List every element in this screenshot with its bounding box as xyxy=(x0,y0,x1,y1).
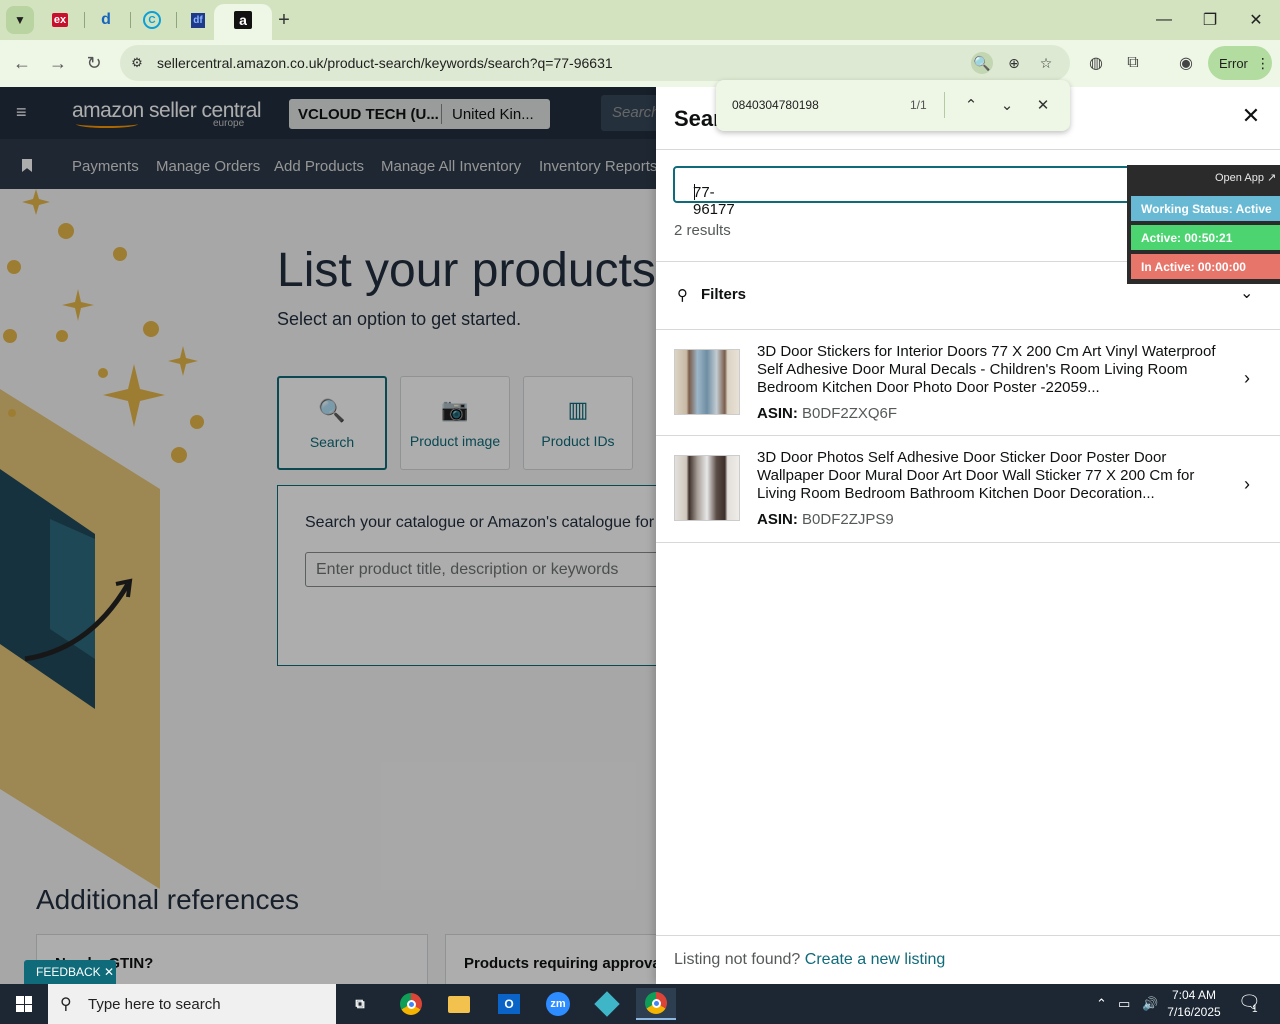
clock-date[interactable]: 7/16/2025 xyxy=(1164,1005,1224,1019)
panel-title: Sear xyxy=(674,106,722,131)
result-item[interactable]: 3D Door Stickers for Interior Doors 77 X… xyxy=(656,330,1280,436)
tab-search-chevron-icon[interactable]: ▼ xyxy=(6,6,34,34)
results-count: 2 results xyxy=(674,222,731,239)
browser-toolbar: ← → ↻ ⚙ sellercentral.amazon.co.uk/produ… xyxy=(0,40,1280,87)
volume-icon[interactable]: 🔊 xyxy=(1142,996,1158,1012)
taskbar-search-placeholder: Type here to search xyxy=(88,996,221,1013)
reload-icon[interactable]: ↻ xyxy=(81,50,107,76)
working-status-widget: Open App ↗ Working Status: Active Active… xyxy=(1127,165,1280,284)
tray-chevron-icon[interactable]: ⌃ xyxy=(1096,996,1107,1012)
page-content: ≡ amazon seller central europe VCLOUD TE… xyxy=(0,87,1280,984)
find-close-icon[interactable]: ✕ xyxy=(1032,94,1054,116)
address-bar[interactable]: ⚙ sellercentral.amazon.co.uk/product-sea… xyxy=(120,45,1070,81)
chevron-right-icon[interactable]: › xyxy=(1244,474,1250,495)
tab-amazon[interactable]: a xyxy=(231,8,255,32)
translate-icon[interactable]: ◍ xyxy=(1085,52,1107,74)
find-count: 1/1 xyxy=(910,98,927,112)
clock-time[interactable]: 7:04 AM xyxy=(1164,988,1224,1002)
result-item[interactable]: 3D Door Photos Self Adhesive Door Sticke… xyxy=(656,436,1280,542)
chrome-running-icon[interactable] xyxy=(636,988,676,1020)
tab-app[interactable]: d xyxy=(94,8,118,32)
menu-dots-icon[interactable]: ⋮ xyxy=(1256,55,1270,72)
url-text[interactable]: sellercentral.amazon.co.uk/product-searc… xyxy=(157,55,613,71)
bookmark-star-icon[interactable]: ☆ xyxy=(1035,52,1057,74)
c-icon: C xyxy=(143,11,161,29)
chrome-icon[interactable] xyxy=(391,988,431,1020)
inactive-timer: In Active: 00:00:00 xyxy=(1131,254,1280,279)
result-asin: ASIN: B0DF2ZXQ6F xyxy=(757,405,898,422)
filters-icon[interactable]: ⚲ xyxy=(677,286,688,304)
taskbar-search[interactable]: ⚲ Type here to search xyxy=(48,984,336,1024)
amazon-icon: a xyxy=(234,11,252,29)
tab-c[interactable]: C xyxy=(140,8,164,32)
listing-not-found: Listing not found? Create a new listing xyxy=(674,951,946,968)
windows-taskbar: ⚲ Type here to search ⧉ O zm ⌃ ▭ 🔊 7:04 … xyxy=(0,984,1280,1024)
network-icon[interactable]: ▭ xyxy=(1118,996,1130,1012)
file-explorer-icon[interactable] xyxy=(439,988,479,1020)
restore-icon[interactable]: ❐ xyxy=(1198,8,1222,32)
tab-bar: ▼ ex d C df a + — ❐ ✕ xyxy=(0,0,1280,40)
forward-icon[interactable]: → xyxy=(45,50,71,76)
feedback-label: FEEDBACK xyxy=(36,965,101,979)
working-status: Working Status: Active xyxy=(1131,196,1280,221)
find-input[interactable]: 0840304780198 xyxy=(732,98,819,112)
new-tab-button[interactable]: + xyxy=(272,8,296,32)
filters-toggle[interactable]: Filters xyxy=(701,286,746,303)
tab-df[interactable]: df xyxy=(186,8,210,32)
result-asin: ASIN: B0DF2ZJPS9 xyxy=(757,511,894,528)
profile-error-chip[interactable]: Error ⋮ xyxy=(1208,46,1272,80)
open-app-link[interactable]: Open App ↗ xyxy=(1215,171,1276,184)
extensions-icon[interactable]: ⧉ xyxy=(1122,52,1144,74)
minimize-icon[interactable]: — xyxy=(1152,8,1176,32)
close-window-icon[interactable]: ✕ xyxy=(1244,8,1268,32)
error-label: Error xyxy=(1219,55,1248,71)
search-icon: ⚲ xyxy=(60,996,72,1013)
notification-count: 1 xyxy=(1252,1004,1258,1015)
result-title[interactable]: 3D Door Photos Self Adhesive Door Sticke… xyxy=(757,449,1219,503)
windows-start-icon[interactable] xyxy=(0,984,48,1024)
chevron-right-icon[interactable]: › xyxy=(1244,368,1250,389)
close-icon[interactable]: ✕ xyxy=(1240,103,1262,128)
product-thumbnail xyxy=(674,455,740,521)
app-icon: d xyxy=(101,11,111,28)
app-diamond-icon[interactable] xyxy=(587,988,627,1020)
create-listing-link[interactable]: Create a new listing xyxy=(805,951,946,968)
ex-icon: ex xyxy=(51,13,69,27)
site-info-icon[interactable]: ⚙ xyxy=(128,54,146,72)
result-title[interactable]: 3D Door Stickers for Interior Doors 77 X… xyxy=(757,343,1219,397)
active-timer: Active: 00:50:21 xyxy=(1131,225,1280,250)
task-view-icon[interactable]: ⧉ xyxy=(340,988,380,1020)
back-icon[interactable]: ← xyxy=(9,50,35,76)
find-previous-icon[interactable]: ⌃ xyxy=(960,94,982,116)
chevron-down-icon[interactable]: ⌄ xyxy=(1240,283,1253,303)
outlook-icon[interactable]: O xyxy=(489,988,529,1020)
tab-ex[interactable]: ex xyxy=(48,8,72,32)
find-next-icon[interactable]: ⌄ xyxy=(996,94,1018,116)
find-in-page-bar: 0840304780198 1/1 ⌃ ⌄ ✕ xyxy=(716,80,1070,131)
find-in-page-icon[interactable]: 🔍 xyxy=(971,52,993,74)
df-icon: df xyxy=(191,12,205,28)
profile-icon[interactable]: ◉ xyxy=(1175,52,1197,74)
zoom-icon[interactable]: ⊕ xyxy=(1003,52,1025,74)
product-thumbnail xyxy=(674,349,740,415)
zoom-app-icon[interactable]: zm xyxy=(538,988,578,1020)
feedback-button[interactable]: FEEDBACK ✕ xyxy=(24,960,116,984)
